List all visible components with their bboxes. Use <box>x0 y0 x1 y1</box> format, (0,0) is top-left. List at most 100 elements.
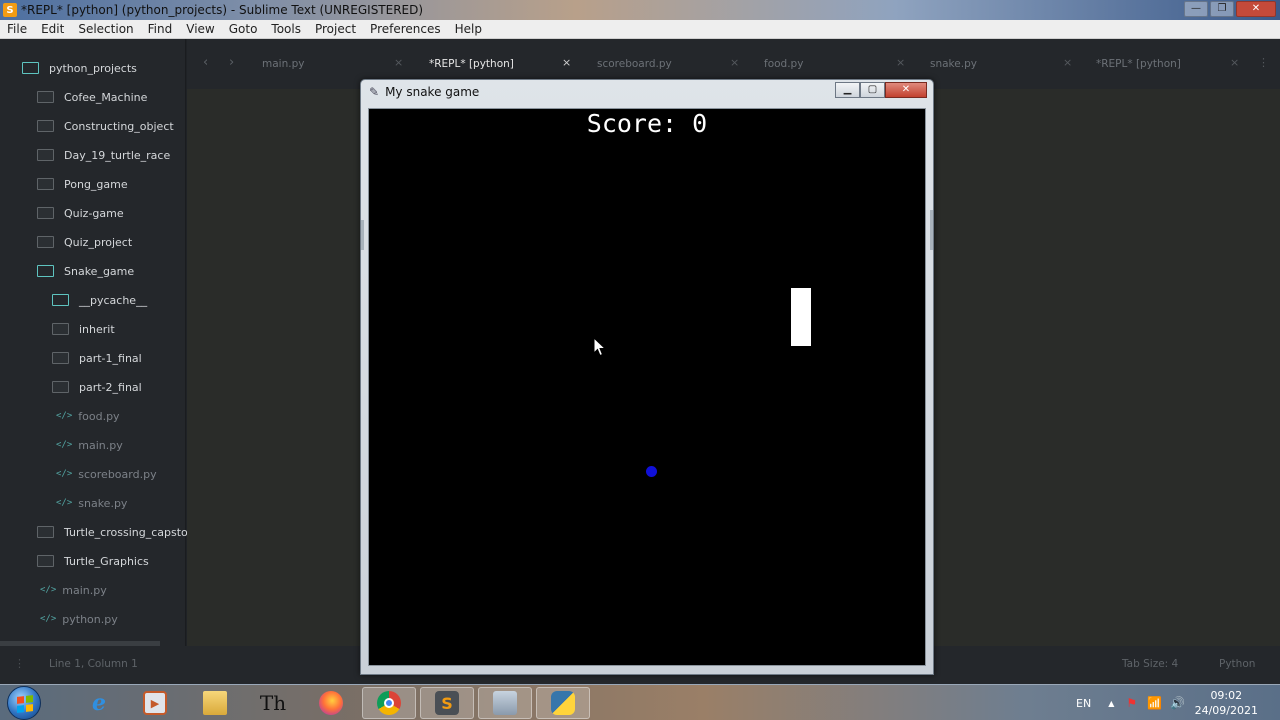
taskbar-python[interactable] <box>536 687 590 719</box>
turtle-minimize-button[interactable]: ▁ <box>835 82 860 98</box>
food-dot <box>646 466 657 477</box>
taskbar: e ▶ Th S EN ▲ ⚑ 📶 🔊 09:02 24/09/2021 <box>0 684 1280 720</box>
turtle-window-title: My snake game <box>385 85 480 99</box>
sidebar-item-folder[interactable]: Turtle_crossing_capstone <box>37 521 202 543</box>
clock-date: 24/09/2021 <box>1194 704 1258 717</box>
menu-help[interactable]: Help <box>448 22 489 36</box>
tab-size[interactable]: Tab Size: 4 <box>1122 658 1178 670</box>
sidebar-item-label: part-1_final <box>79 351 142 365</box>
sidebar-item-file[interactable]: </> main.py <box>56 434 123 456</box>
sidebar-item-label: Pong_game <box>64 177 128 191</box>
game-canvas[interactable]: Score: 0 <box>368 108 926 666</box>
taskbar-sublime-text[interactable]: S <box>420 687 474 719</box>
code-file-icon: </> <box>40 614 57 624</box>
more-vertical-icon[interactable]: ⋮ <box>1258 56 1269 69</box>
tab-scoreboard-py[interactable]: scoreboard.py <box>597 53 672 75</box>
language-indicator[interactable]: EN <box>1076 697 1091 710</box>
cursor-position[interactable]: Line 1, Column 1 <box>49 658 138 670</box>
menu-project[interactable]: Project <box>308 22 363 36</box>
feather-icon: ✎ <box>369 85 380 99</box>
sidebar-item-folder[interactable]: Cofee_Machine <box>37 86 147 108</box>
sidebar: python_projects Cofee_Machine Constructi… <box>0 39 202 646</box>
action-center-flag-icon[interactable]: ⚑ <box>1126 696 1137 710</box>
sidebar-item-label: inherit <box>79 322 115 336</box>
chevron-right-icon[interactable]: › <box>229 55 234 70</box>
volume-icon[interactable]: 🔊 <box>1170 696 1185 710</box>
tab-snake-py[interactable]: snake.py <box>930 53 977 75</box>
code-file-icon: </> <box>40 585 57 595</box>
sidebar-item-folder[interactable]: Day_19_turtle_race <box>37 144 170 166</box>
chrome-icon <box>377 691 401 715</box>
sidebar-item-folder[interactable]: part-2_final <box>52 376 142 398</box>
close-icon[interactable]: × <box>1063 56 1072 69</box>
close-button[interactable]: ✕ <box>1236 1 1276 17</box>
sidebar-item-file[interactable]: </> food.py <box>56 405 120 427</box>
sidebar-item-folder-open[interactable]: Snake_game <box>37 260 134 282</box>
sidebar-item-folder[interactable]: part-1_final <box>52 347 142 369</box>
close-icon[interactable]: × <box>730 56 739 69</box>
tab-food-py[interactable]: food.py <box>764 53 803 75</box>
sidebar-item-label: Cofee_Machine <box>64 90 148 104</box>
sidebar-item-label: main.py <box>62 583 107 597</box>
sidebar-item-folder[interactable]: Turtle_Graphics <box>37 550 149 572</box>
taskbar-media-player[interactable]: ▶ <box>128 687 182 719</box>
window-controls: — ❐ ✕ <box>1184 1 1276 17</box>
menu-view[interactable]: View <box>179 22 221 36</box>
system-clock[interactable]: 09:02 24/09/2021 <box>1195 688 1258 718</box>
sidebar-item-label: part-2_final <box>79 380 142 394</box>
tab-label: *REPL* [python] <box>429 58 514 70</box>
maximize-button[interactable]: ❐ <box>1210 1 1234 17</box>
syntax-selector[interactable]: Python <box>1219 658 1255 670</box>
tab-label: snake.py <box>930 58 977 70</box>
turtle-scrollbar-left[interactable] <box>361 220 364 250</box>
tray-expand-icon[interactable]: ▲ <box>1108 699 1114 708</box>
menu-tools[interactable]: Tools <box>264 22 308 36</box>
sidebar-item-folder[interactable]: Quiz_project <box>37 231 132 253</box>
network-signal-icon[interactable]: 📶 <box>1147 696 1162 710</box>
sidebar-item-file[interactable]: </> snake.py <box>56 492 127 514</box>
taskbar-chrome[interactable] <box>362 687 416 719</box>
menu-find[interactable]: Find <box>141 22 180 36</box>
sidebar-item-folder[interactable]: Quiz-game <box>37 202 124 224</box>
menu-file[interactable]: File <box>0 22 34 36</box>
turtle-close-button[interactable]: ✕ <box>885 82 927 98</box>
tab-repl-python[interactable]: *REPL* [python] <box>1096 53 1181 75</box>
window-title: *REPL* [python] (python_projects) - Subl… <box>21 3 424 17</box>
folder-icon <box>52 381 69 393</box>
sidebar-root-folder[interactable]: python_projects <box>22 57 137 79</box>
menu-preferences[interactable]: Preferences <box>363 22 448 36</box>
sidebar-item-folder[interactable]: Constructing_object <box>37 115 174 137</box>
taskbar-internet-explorer[interactable]: e <box>72 687 126 719</box>
close-icon[interactable]: × <box>896 56 905 69</box>
taskbar-python-launcher[interactable] <box>478 687 532 719</box>
sidebar-item-file[interactable]: </> scoreboard.py <box>56 463 157 485</box>
turtle-title-bar[interactable]: ✎ My snake game ▁ ▢ ✕ <box>361 80 933 104</box>
tab-main-py[interactable]: main.py <box>262 53 304 75</box>
close-icon[interactable]: × <box>562 56 571 69</box>
turtle-window: ✎ My snake game ▁ ▢ ✕ Score: 0 <box>360 79 934 675</box>
close-icon[interactable]: × <box>394 56 403 69</box>
taskbar-firefox[interactable] <box>304 687 358 719</box>
sidebar-item-file[interactable]: </> python.py <box>40 608 118 630</box>
sidebar-item-file[interactable]: </> main.py <box>40 579 107 601</box>
panel-toggle-icon[interactable]: ⋮ <box>14 657 25 670</box>
turtle-maximize-button[interactable]: ▢ <box>860 82 885 98</box>
tab-repl-python-active[interactable]: *REPL* [python] <box>429 53 514 75</box>
turtle-scrollbar-right[interactable] <box>930 210 933 250</box>
taskbar-file-explorer[interactable] <box>188 687 242 719</box>
close-icon[interactable]: × <box>1230 56 1239 69</box>
sidebar-item-folder[interactable]: Pong_game <box>37 173 128 195</box>
menu-selection[interactable]: Selection <box>71 22 140 36</box>
menu-goto[interactable]: Goto <box>222 22 265 36</box>
sidebar-item-folder[interactable]: inherit <box>52 318 115 340</box>
chevron-left-icon[interactable]: ‹ <box>203 55 208 70</box>
sidebar-item-label: Quiz-game <box>64 206 124 220</box>
folder-icon <box>37 178 54 190</box>
start-button[interactable] <box>7 686 41 720</box>
menu-edit[interactable]: Edit <box>34 22 71 36</box>
sidebar-item-folder-open[interactable]: __pycache__ <box>52 289 147 311</box>
minimize-button[interactable]: — <box>1184 1 1208 17</box>
taskbar-typora[interactable]: Th <box>246 687 300 719</box>
folder-icon <box>37 149 54 161</box>
folder-icon <box>52 352 69 364</box>
